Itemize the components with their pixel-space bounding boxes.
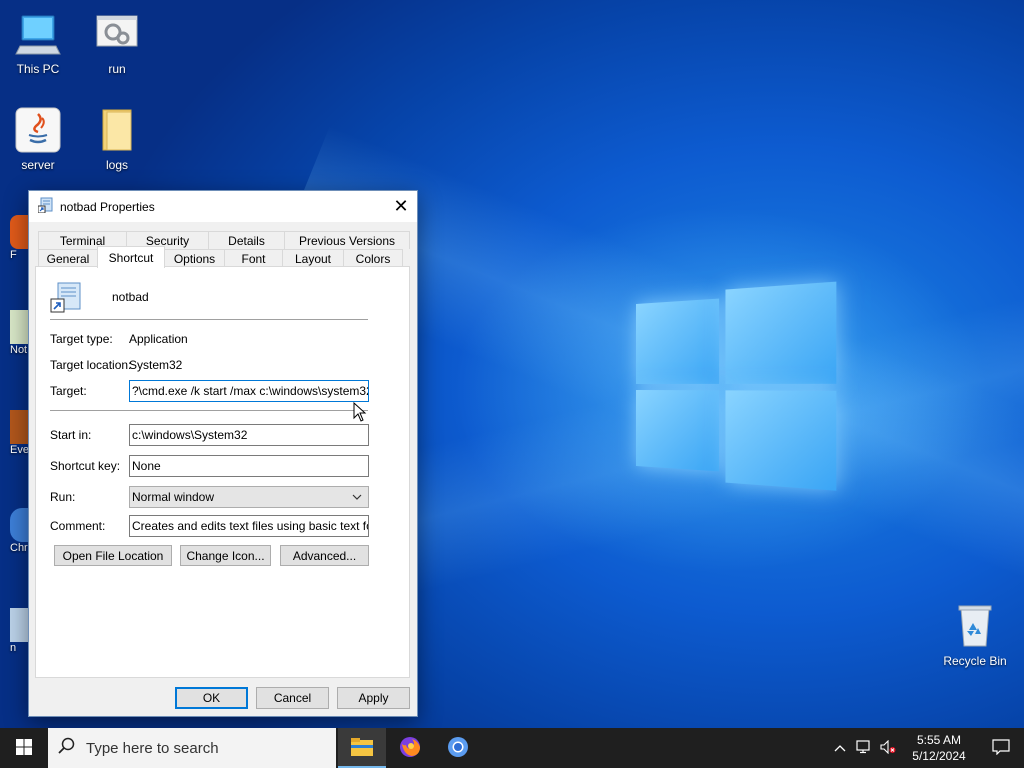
desktop-icon-run[interactable]: run — [79, 10, 155, 76]
tab-details[interactable]: Details — [208, 231, 285, 249]
change-icon-button[interactable]: Change Icon... — [180, 545, 271, 566]
tab-row-bottom: General Shortcut Options Font Layout Col… — [38, 246, 403, 268]
target-type-label: Target type: — [50, 332, 113, 346]
shortcut-key-input[interactable]: None — [129, 455, 369, 477]
taskbar-firefox[interactable] — [386, 728, 434, 768]
tab-options[interactable]: Options — [164, 249, 225, 267]
action-center-button[interactable] — [978, 728, 1024, 768]
network-icon — [856, 739, 872, 757]
taskbar-file-explorer[interactable] — [338, 728, 386, 768]
dialog-titlebar[interactable]: notbad Properties ✕ — [29, 191, 417, 222]
desktop-icon-label: run — [108, 62, 126, 76]
start-in-input[interactable]: c:\windows\System32 — [129, 424, 369, 446]
windows-start-icon — [16, 738, 32, 758]
windows-logo-wallpaper — [636, 275, 837, 496]
clock-date: 5/12/2024 — [912, 749, 966, 763]
folder-icon — [350, 737, 374, 760]
run-select[interactable]: Normal window — [129, 486, 369, 508]
shortcut-tab-panel: notbad Target type: Application Target l… — [35, 266, 410, 678]
open-file-location-button[interactable]: Open File Location — [54, 545, 172, 566]
taskbar: Type here to search 5:55 AM 5/12/2024 — [0, 728, 1024, 768]
comment-label: Comment: — [50, 519, 106, 533]
target-location-label: Target location: — [50, 358, 132, 372]
dialog-title: notbad Properties — [60, 199, 155, 214]
desktop-icon-label: This PC — [16, 62, 60, 76]
target-label: Target: — [50, 384, 87, 398]
chromium-icon — [446, 735, 470, 762]
shortcut-large-icon — [50, 281, 82, 316]
search-icon — [58, 737, 76, 759]
cancel-button[interactable]: Cancel — [256, 687, 329, 709]
shortcut-app-icon — [37, 197, 54, 216]
volume-button[interactable] — [876, 728, 900, 768]
chevron-up-icon — [834, 741, 846, 755]
target-location-value: System32 — [129, 358, 183, 372]
volume-muted-icon — [880, 739, 896, 757]
java-icon — [14, 106, 62, 154]
tab-layout[interactable]: Layout — [282, 249, 344, 267]
network-button[interactable] — [852, 728, 876, 768]
chevron-down-icon — [352, 487, 362, 507]
mouse-cursor-icon — [353, 401, 367, 425]
advanced-button[interactable]: Advanced... — [280, 545, 369, 566]
divider — [50, 319, 368, 320]
system-tray: 5:55 AM 5/12/2024 — [828, 728, 1024, 768]
desktop-icon-this-pc[interactable]: This PC — [0, 10, 76, 76]
tab-colors[interactable]: Colors — [343, 249, 403, 267]
notification-icon — [992, 738, 1010, 758]
properties-dialog: notbad Properties ✕ Terminal Security De… — [28, 190, 418, 717]
start-in-label: Start in: — [50, 428, 92, 442]
comment-input[interactable]: Creates and edits text files using basic… — [129, 515, 369, 537]
firefox-icon — [398, 735, 422, 762]
close-button[interactable]: ✕ — [385, 191, 417, 222]
taskbar-chromium[interactable] — [434, 728, 482, 768]
taskbar-clock[interactable]: 5:55 AM 5/12/2024 — [900, 732, 978, 764]
shortcut-name: notbad — [112, 290, 149, 304]
apply-button[interactable]: Apply — [337, 687, 410, 709]
tab-shortcut[interactable]: Shortcut — [97, 246, 165, 268]
ok-button[interactable]: OK — [175, 687, 248, 709]
close-icon: ✕ — [393, 196, 409, 216]
tab-previous-versions[interactable]: Previous Versions — [284, 231, 410, 249]
divider — [50, 410, 368, 411]
desktop-icon-label: Recycle Bin — [943, 654, 1007, 668]
tab-row-top: Terminal Security Details Previous Versi… — [38, 231, 410, 249]
desktop-icon-server[interactable]: server — [0, 106, 76, 172]
computer-icon — [14, 10, 62, 58]
desktop-icon-recycle-bin[interactable]: Recycle Bin — [936, 602, 1014, 668]
tab-font[interactable]: Font — [224, 249, 283, 267]
batch-file-icon — [93, 10, 141, 58]
taskbar-search-box[interactable]: Type here to search — [48, 728, 336, 768]
target-input[interactable]: ?\cmd.exe /k start /max c:\windows\syste… — [129, 380, 369, 402]
recycle-bin-icon — [951, 602, 999, 650]
target-type-value: Application — [129, 332, 188, 346]
run-select-value: Normal window — [132, 490, 215, 504]
folder-icon — [93, 106, 141, 154]
run-label: Run: — [50, 490, 76, 504]
desktop-icon-logs[interactable]: logs — [79, 106, 155, 172]
desktop-icon-label: logs — [105, 158, 128, 172]
tray-overflow-button[interactable] — [828, 728, 852, 768]
tab-general[interactable]: General — [38, 249, 98, 267]
clock-time: 5:55 AM — [916, 733, 962, 747]
shortcut-key-label: Shortcut key: — [50, 459, 121, 473]
desktop-icon-label: server — [21, 158, 55, 172]
start-button[interactable] — [0, 728, 48, 768]
desktop: This PC run server logs Recycle Bin F No… — [0, 0, 1024, 728]
search-placeholder: Type here to search — [86, 739, 219, 757]
